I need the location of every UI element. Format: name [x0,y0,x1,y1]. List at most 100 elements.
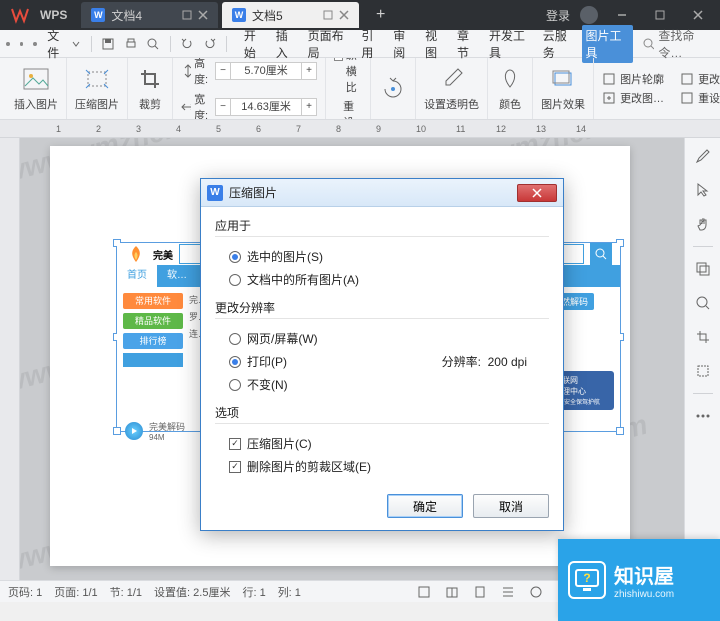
color-group[interactable]: 颜色 [488,58,533,119]
radio-no-change[interactable]: 不变(N) [229,373,549,396]
view-fullscreen-icon[interactable] [416,584,432,600]
app-label: WPS [40,8,67,22]
outline-button[interactable]: 图片轮廓 [602,71,664,87]
tab-menu-icon[interactable] [323,10,333,20]
dialog-title: 压缩图片 [229,184,277,201]
tab-menu-icon[interactable] [182,10,192,20]
dialog-titlebar[interactable]: W 压缩图片 [201,179,563,207]
tab-close-icon[interactable] [198,10,208,20]
rotate-group[interactable] [371,58,416,119]
undo-icon[interactable] [178,34,197,54]
login-label[interactable]: 登录 [546,7,570,24]
horizontal-ruler: 1 2 3 4 5 6 7 8 9 10 11 12 13 14 [0,120,720,138]
transparent-group[interactable]: 设置透明色 [416,58,488,119]
tab-doc4[interactable]: W 文档4 [81,2,218,28]
maximize-button[interactable] [646,3,674,27]
site-brand: 完美 [153,247,173,262]
play-icon [125,422,143,440]
view-read-icon[interactable] [444,584,460,600]
height-icon [181,64,191,78]
lock-ratio-checkbox[interactable]: ✓锁定纵横比 [334,58,362,95]
tab-close-icon[interactable] [339,10,349,20]
hand-icon[interactable] [691,212,715,236]
status-setval: 设置值: 2.5厘米 [154,584,230,600]
tab-actions [323,10,349,20]
brand-name: 知识屋 [614,560,674,589]
nav-home: 首页 [117,265,157,287]
status-page[interactable]: 页码: 1 [8,584,42,600]
outline-replace-group: 图片轮廓 更改图… [594,58,672,119]
width-spinner[interactable]: −14.63厘米+ [215,98,317,116]
tag [123,353,183,367]
radio-icon [229,333,241,345]
save-icon[interactable] [99,34,118,54]
close-button[interactable] [684,3,712,27]
minimize-button[interactable] [608,3,636,27]
replace-button[interactable]: 更改图… [602,90,664,106]
radio-web-screen[interactable]: 网页/屏幕(W) [229,327,549,350]
radio-icon [229,251,241,263]
ribbon-tab-cloud[interactable]: 云服务 [539,25,580,63]
print-icon[interactable] [121,34,140,54]
cancel-button[interactable]: 取消 [473,494,549,518]
picture-icon [680,72,694,86]
view-web-icon[interactable] [528,584,544,600]
ribbon-tab-view[interactable]: 视图 [421,25,451,63]
redo-icon[interactable] [200,34,219,54]
resolution-section: 更改分辨率 [215,299,549,319]
ribbon-tab-section[interactable]: 章节 [453,25,483,63]
layers-icon[interactable] [691,257,715,281]
radio-icon [229,274,241,286]
ribbon-tab-review[interactable]: 审阅 [389,25,419,63]
dpi-readout: 分辨率: 200 dpi [442,353,527,370]
preview-icon[interactable] [144,34,163,54]
radio-print[interactable]: 打印(P) 分辨率: 200 dpi [229,350,549,373]
zoom-icon[interactable] [691,291,715,315]
radio-icon [229,356,241,368]
cursor-icon[interactable] [691,178,715,202]
radio-selected-pictures[interactable]: 选中的图片(S) [229,245,549,268]
status-col: 列: 1 [278,584,301,600]
radio-all-pictures[interactable]: 文档中的所有图片(A) [229,268,549,291]
flame-icon [125,243,147,265]
more-icon[interactable] [691,404,715,428]
height-spinner[interactable]: −5.70厘米+ [215,62,317,80]
width-icon [181,100,191,114]
ribbon-tab-picture-tools[interactable]: 图片工具 [582,25,634,63]
ribbon-tab-start[interactable]: 开始 [240,25,270,63]
ribbon-tab-dev[interactable]: 开发工具 [485,25,537,63]
apply-to-section: 应用于 [215,217,549,237]
chevron-down-icon [72,40,79,48]
eyedropper-icon [438,65,466,93]
insert-picture-group[interactable]: 插入图片 [6,58,67,119]
checkbox-delete-crop[interactable]: ✓删除图片的剪裁区域(E) [229,455,549,478]
box-icon[interactable] [691,359,715,383]
doc-icon: W [91,8,105,22]
compress-picture-group[interactable]: 压缩图片 [67,58,128,119]
reset-picture-button[interactable]: 重设图… [680,90,720,106]
reset-size-button[interactable]: 重设大小 [334,98,362,120]
ribbon-tab-ref[interactable]: 引用 [357,25,387,63]
replace2-button[interactable]: 更改图… [680,71,720,87]
crop-group[interactable]: 裁剪 [128,58,173,119]
crop-side-icon[interactable] [691,325,715,349]
ok-button[interactable]: 确定 [387,494,463,518]
tab-label: 文档5 [252,7,283,24]
doc-icon: W [232,8,246,22]
checkbox-compress[interactable]: ✓压缩图片(C) [229,432,549,455]
height-label: 高度: [194,58,212,87]
view-print-icon[interactable] [472,584,488,600]
tab-doc5[interactable]: W 文档5 [222,2,359,28]
rotate-icon [379,75,407,103]
ribbon-tab-layout[interactable]: 页面布局 [304,25,356,63]
dialog-close-button[interactable] [517,184,557,202]
view-outline-icon[interactable] [500,584,516,600]
effect-group[interactable]: 图片效果 [533,58,594,119]
file-menu[interactable]: 文件 [47,27,80,61]
avatar-icon[interactable] [580,6,598,24]
tab-add-button[interactable]: + [369,3,393,27]
command-search[interactable]: 查找命令… [643,27,714,61]
pencil-icon[interactable] [691,144,715,168]
ribbon-tab-insert[interactable]: 插入 [272,25,302,63]
tag: 精品软件 [123,313,183,329]
